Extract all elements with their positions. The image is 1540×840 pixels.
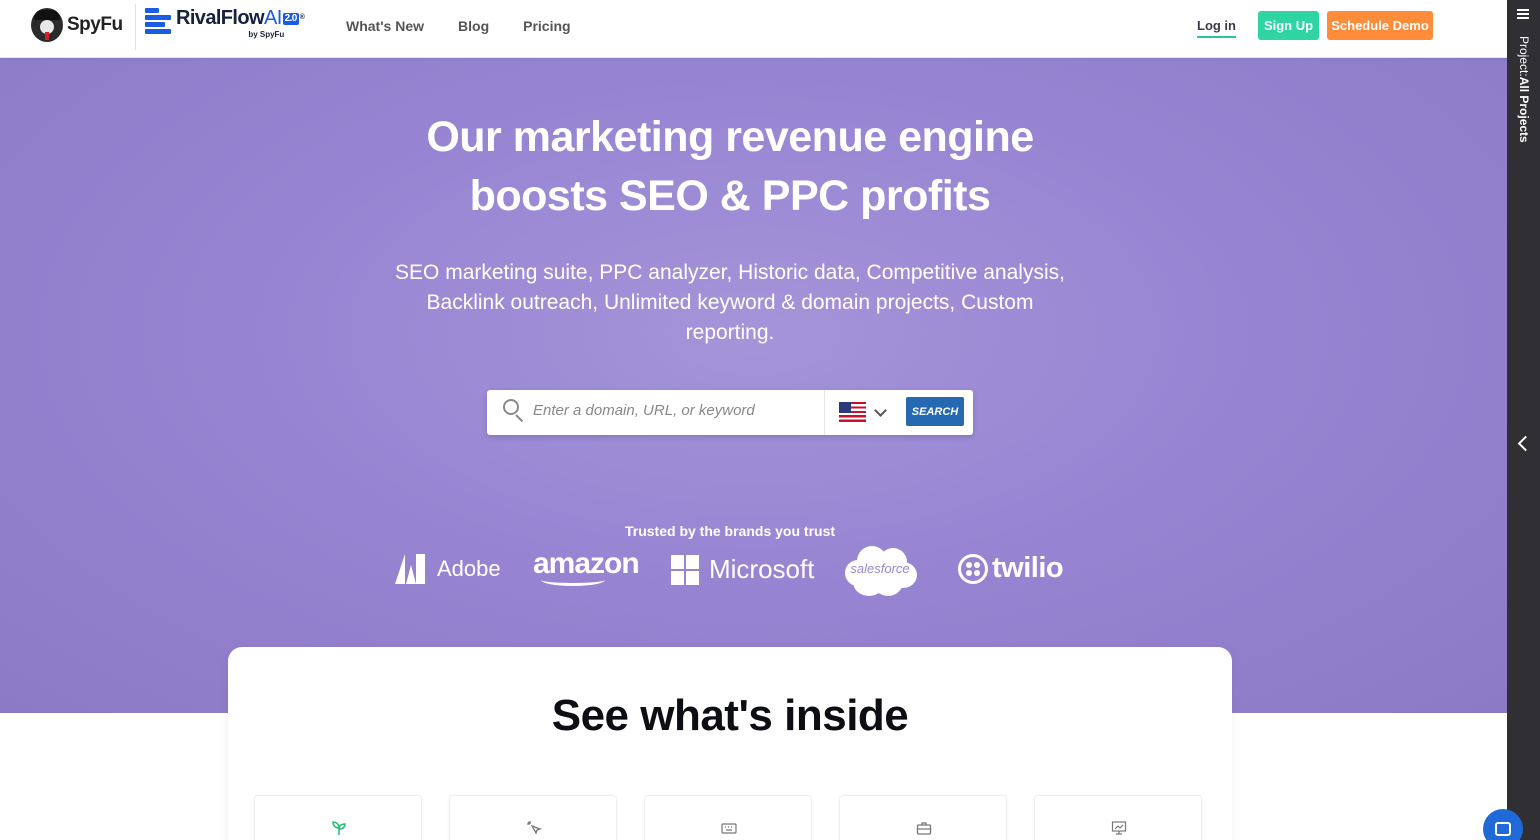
chat-icon [1495,822,1511,836]
nav-link-blog[interactable]: Blog [458,18,489,34]
nav-link-pricing[interactable]: Pricing [523,18,570,34]
rivalflow-wordmark: RivalFlow [176,7,265,29]
feature-tile-seo[interactable] [254,795,422,840]
project-value: All Projects [1517,76,1531,143]
trusted-brands-label: Trusted by the brands you trust [624,523,836,539]
spyfu-logo[interactable]: SpyFu [31,8,123,42]
twilio-logo: twilio [958,552,1064,585]
chevron-down-icon [874,404,887,417]
registered-mark: ® [299,14,305,21]
chevron-left-icon[interactable] [1517,435,1534,452]
twilio-wordmark: twilio [992,552,1064,584]
sign-up-button[interactable]: Sign Up [1258,11,1319,40]
version-badge: 2.0 [282,13,299,25]
spy-mascot-icon [31,8,63,42]
top-navigation-bar: SpyFu RivalFlow AI 2.0 ® by SpyFu What's Ne… [0,0,1507,58]
search-button[interactable]: SEARCH [906,397,964,426]
search-input[interactable] [533,402,813,419]
feature-tiles [254,795,1202,840]
country-selector[interactable] [824,390,900,435]
features-title: See what's inside [551,691,909,740]
microsoft-logo: Microsoft [671,554,814,585]
keyboard-icon [721,823,737,834]
hamburger-menu-icon[interactable] [1517,9,1529,20]
rivalflow-ai-label: AI [263,7,282,29]
salesforce-cloud-icon: salesforce [843,542,917,598]
hero-title-line-2: boosts SEO & PPC profits [469,172,991,220]
microsoft-wordmark: Microsoft [709,554,815,584]
brand-divider [135,4,136,50]
project-selector[interactable]: Project:All Projects [1517,36,1531,143]
amazon-logo: amazon [533,548,640,586]
rivalflow-byline: by SpyFu [248,30,285,39]
hero-subtitle: SEO marketing suite, PPC analyzer, Histo… [395,261,1065,344]
hero-section: Our marketing revenue engine boosts SEO … [0,58,1507,713]
sprout-icon [332,821,346,835]
features-card: See what's inside [228,647,1232,840]
main-nav: What's New Blog Pricing [346,18,605,34]
briefcase-icon [916,822,932,835]
schedule-demo-button[interactable]: Schedule Demo [1327,11,1433,40]
amazon-smile-icon [541,574,605,586]
salesforce-logo: salesforce [843,542,917,598]
us-flag-icon [839,402,866,422]
search-bar: SEARCH [487,390,973,435]
twilio-icon [958,553,988,584]
feature-tile-competitors[interactable] [839,795,1007,840]
rivalflow-mark-icon [145,7,171,34]
salesforce-wordmark: salesforce [850,561,910,576]
adobe-wordmark: Adobe [437,556,501,581]
cursor-click-icon [527,821,542,835]
spyfu-wordmark: SpyFu [67,14,123,35]
adobe-logo: Adobe [395,554,501,584]
rivalflow-logo[interactable]: RivalFlow AI 2.0 ® by SpyFu [145,7,305,39]
login-link[interactable]: Log in [1197,18,1236,38]
brand-logos: Adobe amazon Microsoft salesforce twilio [395,542,1075,602]
feature-tile-reporting[interactable] [1034,795,1202,840]
hero-title-line-1: Our marketing revenue engine [426,113,1034,161]
feature-tile-ppc[interactable] [449,795,617,840]
search-icon [503,399,525,423]
hero-title: Our marketing revenue engine boosts SEO … [0,108,1460,226]
nav-link-whats-new[interactable]: What's New [346,18,424,34]
feature-tile-keywords[interactable] [644,795,812,840]
presentation-chart-icon [1111,821,1127,835]
adobe-icon [395,554,425,584]
project-side-panel: Project:All Projects [1507,0,1540,840]
project-label: Project: [1517,36,1531,77]
microsoft-icon [671,554,699,585]
